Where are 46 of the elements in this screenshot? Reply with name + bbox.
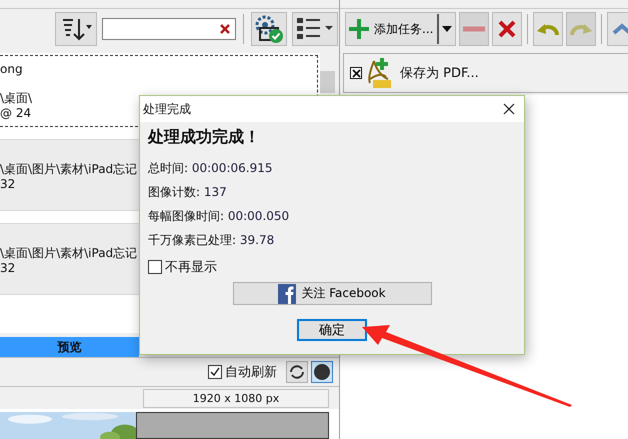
task-path-text: 32 [0, 261, 16, 276]
clear-icon [219, 23, 231, 35]
add-button[interactable]: 添加任务... [345, 12, 456, 46]
task-path-text: \桌面\ [0, 91, 32, 106]
close-icon [503, 103, 515, 115]
clear-button[interactable] [492, 12, 522, 46]
redo-icon [569, 21, 594, 37]
cross-icon [352, 68, 360, 78]
dialog-title: 处理完成 [143, 100, 191, 118]
image-size-label: 1920 x 1080 px [143, 388, 329, 408]
task-path-text: \桌面\图片\素材\iPad忘记 [0, 162, 138, 177]
task-path-text: 32 [0, 177, 16, 192]
record-button[interactable] [311, 361, 333, 383]
search-field[interactable] [102, 18, 236, 40]
refresh-icon [288, 363, 306, 381]
dialog-heading: 处理成功完成！ [148, 127, 261, 148]
caret-icon [442, 26, 452, 32]
task-path-text: ong [0, 62, 23, 77]
stat-text: 图像计数: 137 [148, 184, 228, 201]
refresh-button[interactable] [286, 361, 308, 383]
auto-refresh-checkbox[interactable]: 自动刷新 [208, 363, 277, 381]
task-label: 保存为 PDF... [400, 65, 479, 82]
undo-icon [536, 21, 560, 37]
facebook-button[interactable]: 关注 Facebook [232, 282, 432, 305]
stat-text: 每幅图像时间: 00:00.050 [148, 208, 290, 225]
minus-icon [463, 26, 486, 32]
circle-icon [313, 363, 331, 381]
sort-button[interactable] [55, 12, 97, 46]
gear-check-icon [254, 14, 284, 44]
up-button[interactable] [607, 12, 628, 46]
task-path-text: @ 24 [0, 106, 32, 121]
up-icon [612, 23, 628, 35]
stat-text: 千万像素已处理: 39.78 [148, 232, 276, 249]
check-icon [209, 366, 221, 378]
preview-tab[interactable]: 预览 [0, 337, 139, 357]
facebook-icon [278, 284, 296, 304]
plus-icon [348, 18, 370, 40]
task-checkbox[interactable] [350, 67, 362, 79]
ok-button[interactable]: 确定 [297, 319, 367, 341]
stat-text: 总时间: 00:00:06.915 [148, 160, 274, 177]
dont-show-checkbox[interactable]: 不再显示 [148, 257, 510, 277]
close-icon [498, 20, 516, 38]
list-icon [295, 16, 335, 42]
task-path-text: \桌面\图片\素材\iPad忘记 [0, 246, 138, 261]
settings-button[interactable] [251, 12, 287, 46]
view-menu-button[interactable] [292, 12, 338, 46]
